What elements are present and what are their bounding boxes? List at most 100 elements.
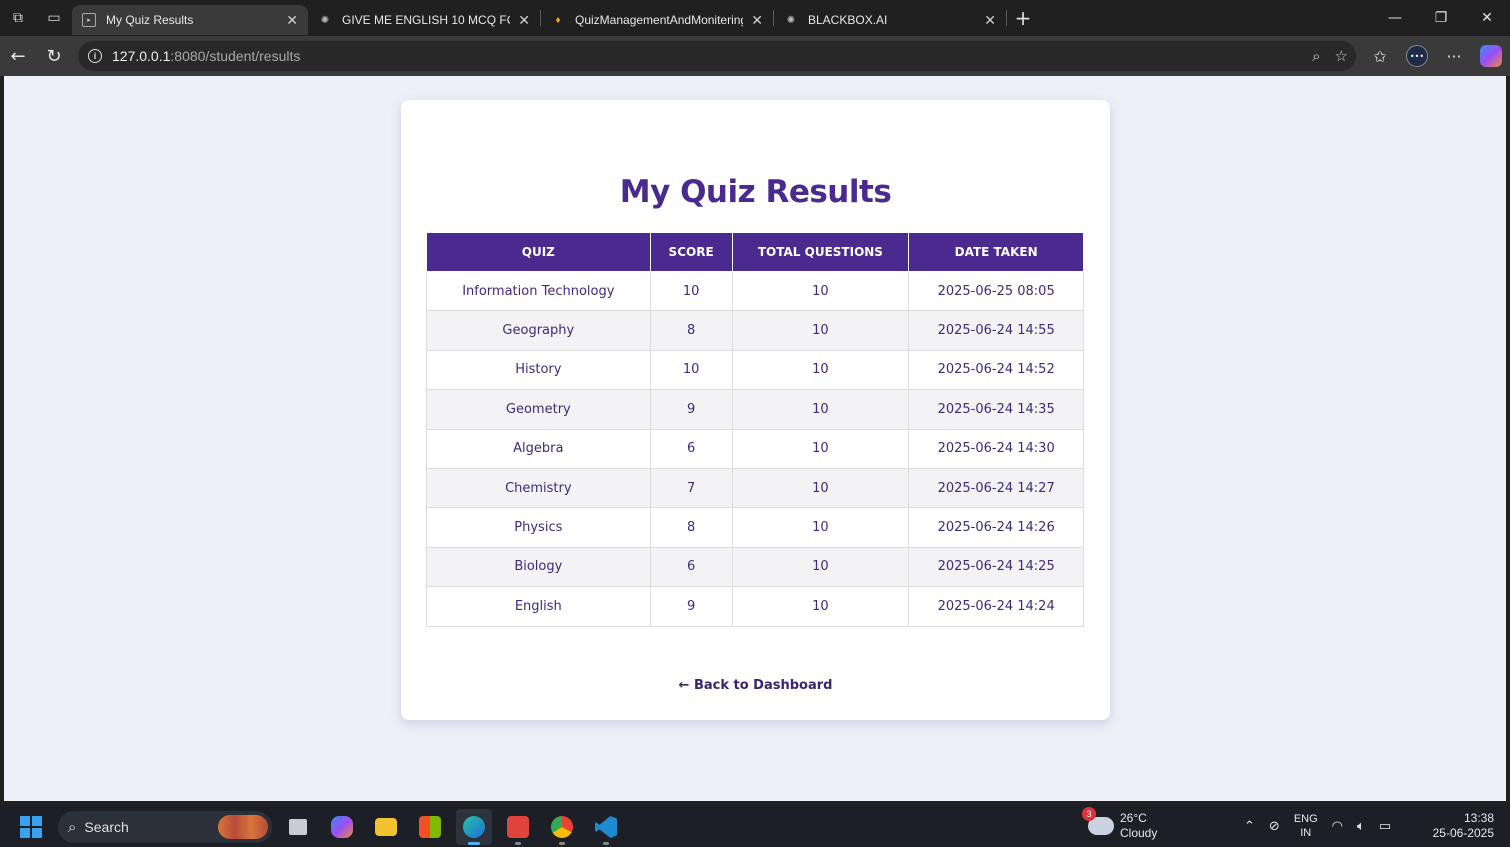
favorite-star-icon[interactable]: ☆	[1335, 47, 1348, 65]
workspaces-icon[interactable]: ⧉	[0, 0, 36, 36]
profile-avatar[interactable]: •••	[1406, 45, 1428, 67]
new-tab-button[interactable]: +	[1007, 3, 1039, 33]
wps-office-icon[interactable]	[500, 809, 536, 845]
cloudy-weather-icon: 3	[1082, 807, 1114, 835]
close-window-icon[interactable]: ✕	[1464, 0, 1510, 36]
task-view-icon[interactable]	[280, 809, 316, 845]
notification-badge: 3	[1082, 807, 1096, 821]
file-explorer-icon[interactable]	[368, 809, 404, 845]
edge-browser-icon[interactable]	[456, 809, 492, 845]
running-indicator	[559, 842, 565, 845]
date-cell: 2025-06-24 14:52	[908, 349, 1084, 391]
zoom-icon[interactable]: ⌕	[1312, 47, 1320, 65]
restore-icon[interactable]: ❐	[1418, 0, 1464, 36]
meet-now-icon[interactable]: ⊘	[1269, 819, 1280, 834]
column-header-quiz: QUIZ	[426, 232, 651, 272]
weather-text: 26°C Cloudy	[1120, 811, 1157, 841]
taskbar-clock[interactable]: 13:38 25-06-2025	[1433, 811, 1494, 841]
taskbar-search[interactable]: ⌕ Search	[58, 811, 272, 843]
copilot-icon[interactable]	[1480, 45, 1502, 67]
quiz-cell: English	[426, 586, 651, 627]
minimize-icon[interactable]: —	[1372, 0, 1418, 36]
date-cell: 2025-06-25 08:05	[908, 270, 1084, 312]
close-tab-icon[interactable]: ✕	[751, 12, 763, 29]
date-cell: 2025-06-24 14:55	[908, 310, 1084, 351]
total-cell: 10	[731, 310, 910, 351]
results-card: My Quiz Results QUIZ SCORE TOTAL QUESTIO…	[401, 100, 1110, 720]
tab-title: QuizManagementAndMonitering	[575, 13, 744, 27]
tab-give-me-english[interactable]: ✺ GIVE ME ENGLISH 10 MCQ FOR 8 ✕	[308, 5, 540, 35]
back-to-dashboard-container: ← Back to Dashboard	[401, 678, 1110, 693]
table-row: Geometry 9 10 2025-06-24 14:35	[426, 389, 1084, 430]
favorites-icon[interactable]: ✩	[1370, 47, 1390, 66]
weather-temp: 26°C	[1120, 811, 1147, 825]
tab-my-quiz-results[interactable]: ▸ My Quiz Results ✕	[72, 5, 308, 35]
total-cell: 10	[731, 467, 910, 509]
score-cell: 9	[649, 389, 733, 430]
quiz-cell: Chemistry	[426, 467, 651, 509]
firebase-favicon-icon: ♦	[555, 14, 561, 26]
battery-icon[interactable]: ▭	[1379, 819, 1391, 834]
copilot-app-icon[interactable]	[324, 809, 360, 845]
table-row: Chemistry 7 10 2025-06-24 14:27	[426, 467, 1084, 509]
tab-actions-icon[interactable]: ▭	[36, 0, 72, 36]
column-header-score: SCORE	[649, 232, 733, 272]
more-menu-icon[interactable]: ···	[1444, 47, 1464, 66]
running-indicator	[603, 842, 609, 845]
quiz-cell: Information Technology	[426, 270, 651, 312]
back-arrow-icon[interactable]: ←	[0, 38, 36, 74]
date-cell: 2025-06-24 14:25	[908, 546, 1084, 588]
search-label: Search	[84, 819, 129, 835]
wifi-icon[interactable]: ◠	[1332, 819, 1343, 834]
date-cell: 2025-06-24 14:26	[908, 507, 1084, 548]
date-cell: 2025-06-24 14:27	[908, 467, 1084, 509]
language-indicator[interactable]: ENG IN	[1294, 812, 1318, 840]
chrome-icon[interactable]	[544, 809, 580, 845]
site-info-icon[interactable]: i	[88, 49, 102, 63]
weather-desc: Cloudy	[1120, 826, 1158, 840]
running-indicator	[515, 842, 521, 845]
quiz-cell: Geometry	[426, 389, 651, 430]
close-tab-icon[interactable]: ✕	[984, 12, 996, 29]
score-cell: 6	[649, 428, 733, 469]
address-bar[interactable]: i 127.0.0.1:8080/student/results ⌕ ☆	[78, 41, 1356, 71]
score-cell: 8	[649, 310, 733, 351]
table-row: Information Technology 10 10 2025-06-25 …	[426, 270, 1084, 312]
language-code: ENG	[1293, 813, 1318, 825]
tab-blackbox-ai[interactable]: ✺ BLACKBOX.AI ✕	[774, 5, 1006, 35]
tab-title: BLACKBOX.AI	[808, 13, 888, 27]
volume-icon[interactable]: 🔈︎	[1357, 819, 1365, 834]
quiz-cell: History	[426, 349, 651, 391]
vscode-icon[interactable]	[588, 809, 624, 845]
url-host: 127.0.0.1	[112, 48, 171, 64]
weather-widget[interactable]: 3 26°C Cloudy	[1082, 807, 1157, 841]
omnibox-actions: ⌕ ☆	[1312, 41, 1348, 71]
browser-toolbar: ← ↻ i 127.0.0.1:8080/student/results ⌕ ☆…	[0, 36, 1510, 76]
chevron-up-icon[interactable]: ⌃	[1244, 819, 1255, 834]
score-cell: 10	[649, 349, 733, 391]
tab-title: My Quiz Results	[106, 13, 194, 27]
tab-quiz-management[interactable]: ♦ QuizManagementAndMonitering ✕	[541, 5, 773, 35]
column-header-total-questions: TOTAL QUESTIONS	[731, 232, 910, 272]
quiz-cell: Biology	[426, 546, 651, 588]
table-header-row: QUIZ SCORE TOTAL QUESTIONS DATE TAKEN	[426, 232, 1084, 272]
total-cell: 10	[731, 349, 910, 391]
table-row: Geography 8 10 2025-06-24 14:55	[426, 310, 1084, 351]
close-tab-icon[interactable]: ✕	[286, 12, 298, 29]
taskbar-apps	[280, 809, 624, 845]
score-cell: 7	[649, 467, 733, 509]
tab-title: GIVE ME ENGLISH 10 MCQ FOR 8	[342, 13, 510, 27]
total-cell: 10	[731, 389, 910, 430]
microsoft-store-icon[interactable]	[412, 809, 448, 845]
refresh-icon[interactable]: ↻	[36, 38, 72, 74]
table-row: Physics 8 10 2025-06-24 14:26	[426, 507, 1084, 548]
windows-start-icon[interactable]	[20, 816, 42, 838]
url-path: :8080/student/results	[170, 48, 301, 64]
toolbar-right: ✩ ••• ···	[1370, 36, 1502, 76]
search-highlight-image	[218, 815, 268, 839]
windows-taskbar: ⌕ Search 3 26°C Cloudy ⌃ ⊘ ENG IN ◠ 🔈︎ ▭	[0, 805, 1510, 847]
back-to-dashboard-link[interactable]: ← Back to Dashboard	[679, 678, 833, 693]
date-cell: 2025-06-24 14:24	[908, 586, 1084, 627]
close-tab-icon[interactable]: ✕	[518, 12, 530, 29]
total-cell: 10	[731, 270, 910, 312]
